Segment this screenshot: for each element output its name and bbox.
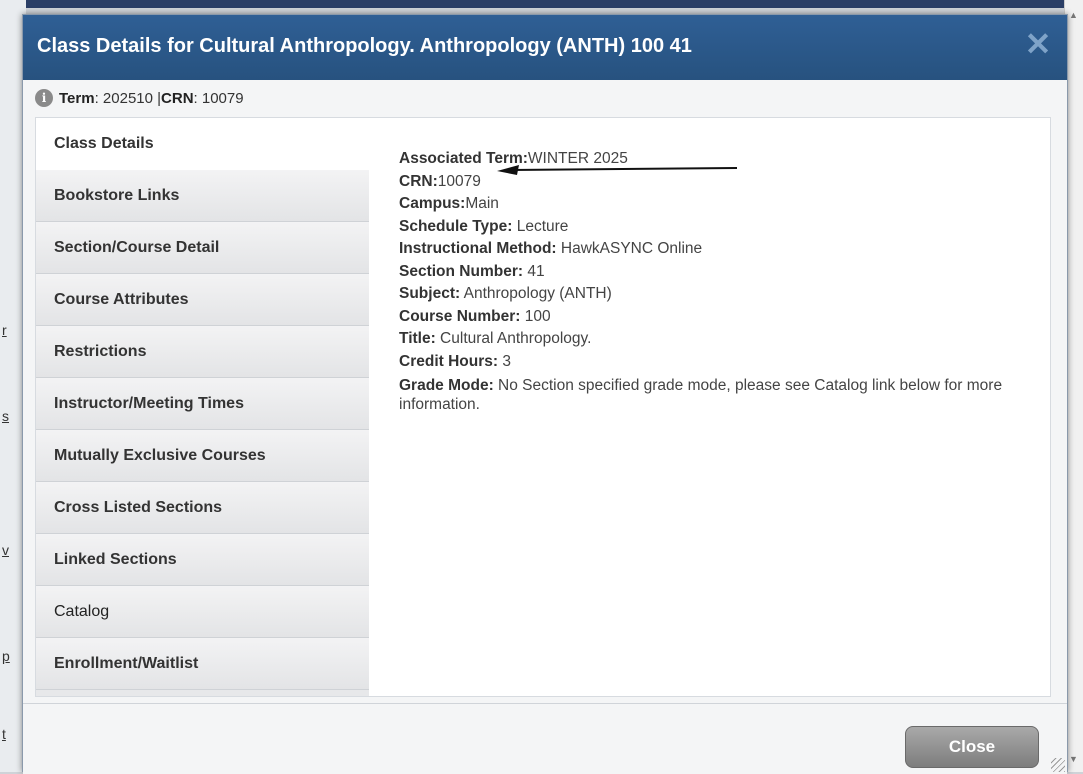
annotation-arrow-icon — [497, 165, 737, 175]
detail-value: Cultural Anthropology. — [435, 330, 592, 347]
detail-value: Anthropology (ANTH) — [460, 285, 612, 302]
tab-instructor-meeting-times[interactable]: Instructor/Meeting Times — [36, 378, 369, 430]
tab-cross-listed-sections[interactable]: Cross Listed Sections — [36, 482, 369, 534]
detail-label: Title: — [399, 330, 436, 347]
detail-subject: Subject: Anthropology (ANTH) — [399, 283, 1019, 306]
term-value: : 202510 | — [94, 89, 162, 107]
resize-grip-icon[interactable] — [1051, 758, 1065, 772]
background-link-fragment: s — [2, 408, 9, 424]
detail-instructional-method: Instructional Method: HawkASYNC Online — [399, 238, 1019, 261]
background-link-fragment: t — [2, 726, 6, 742]
detail-label: Schedule Type: — [399, 217, 513, 235]
term-label: Term — [59, 89, 95, 107]
tab-class-details[interactable]: Class Details — [36, 118, 369, 170]
background-link-fragment: r — [2, 322, 7, 338]
detail-grade-mode: Grade Mode: No Section specified grade m… — [399, 376, 1019, 414]
detail-value: 100 — [520, 307, 551, 325]
dialog-titlebar[interactable]: Class Details for Cultural Anthropology.… — [23, 15, 1067, 80]
tab-enrollment-waitlist[interactable]: Enrollment/Waitlist — [36, 638, 369, 690]
detail-tabs: Class Details Bookstore Links Section/Co… — [36, 118, 369, 696]
scroll-down-icon[interactable]: ▼ — [1069, 754, 1078, 764]
detail-schedule-type: Schedule Type: Lecture — [399, 216, 1019, 239]
info-icon: i — [35, 89, 53, 107]
detail-label: Instructional Method: — [399, 240, 557, 257]
dialog-footer: Close — [23, 703, 1067, 774]
term-info: i Term: 202510 | CRN: 10079 — [35, 87, 244, 109]
background-link-fragment: p — [2, 648, 10, 664]
detail-section-number: Section Number: 41 — [399, 261, 1019, 284]
detail-value: 3 — [498, 352, 511, 370]
detail-label: Grade Mode: — [399, 377, 494, 394]
class-details-content: Associated Term:WINTER 2025 CRN:10079 Ca… — [399, 148, 1019, 414]
background-header — [0, 0, 1083, 8]
class-details-dialog: Class Details for Cultural Anthropology.… — [22, 14, 1068, 774]
tab-mutually-exclusive-courses[interactable]: Mutually Exclusive Courses — [36, 430, 369, 482]
detail-label: Subject: — [399, 285, 461, 302]
detail-label: Campus: — [399, 195, 466, 212]
detail-value: 10079 — [437, 172, 481, 190]
tab-section-course-detail[interactable]: Section/Course Detail — [36, 222, 369, 274]
background-link-fragment: v — [2, 542, 9, 558]
scroll-up-icon[interactable]: ▲ — [1069, 10, 1078, 20]
details-panel: Class Details Bookstore Links Section/Co… — [35, 117, 1051, 697]
crn-label: CRN — [161, 89, 194, 107]
detail-label: Course Number: — [399, 307, 521, 325]
detail-title: Title: Cultural Anthropology. — [399, 328, 1019, 351]
detail-value: Main — [465, 195, 499, 212]
tab-linked-sections[interactable]: Linked Sections — [36, 534, 369, 586]
detail-value: 41 — [523, 262, 545, 280]
detail-value: Lecture — [512, 217, 569, 235]
tab-bookstore-links[interactable]: Bookstore Links — [36, 170, 369, 222]
detail-course-number: Course Number: 100 — [399, 306, 1019, 329]
tab-course-attributes[interactable]: Course Attributes — [36, 274, 369, 326]
dialog-title: Class Details for Cultural Anthropology.… — [37, 35, 692, 57]
crn-value: : 10079 — [193, 89, 244, 107]
detail-label: CRN: — [399, 172, 438, 190]
detail-campus: Campus:Main — [399, 193, 1019, 216]
detail-label: Credit Hours: — [399, 352, 499, 370]
detail-value: HawkASYNC Online — [556, 240, 703, 257]
close-button[interactable]: Close — [905, 726, 1039, 768]
close-icon[interactable]: ✕ — [1023, 28, 1053, 60]
detail-credit-hours: Credit Hours: 3 — [399, 351, 1019, 374]
tab-restrictions[interactable]: Restrictions — [36, 326, 369, 378]
detail-label: Section Number: — [399, 262, 524, 280]
tab-catalog[interactable]: Catalog — [36, 586, 369, 638]
